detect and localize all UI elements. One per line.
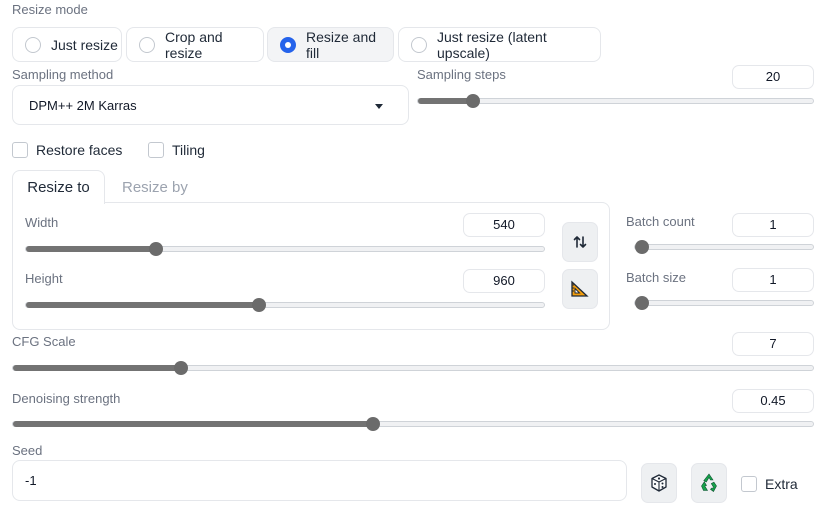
tiling-label: Tiling	[172, 142, 205, 158]
sampling-method-dropdown[interactable]: DPM++ 2M Karras	[12, 85, 409, 125]
denoising-strength-slider[interactable]	[12, 417, 814, 431]
slider-thumb[interactable]	[148, 242, 163, 256]
random-seed-button[interactable]	[641, 463, 677, 503]
swap-dimensions-icon	[573, 236, 587, 248]
radio-label: Resize and fill	[306, 28, 377, 61]
recycle-icon	[701, 473, 717, 492]
slider-thumb[interactable]	[635, 296, 649, 310]
height-label: Height	[25, 271, 63, 286]
cfg-scale-slider[interactable]	[12, 361, 814, 375]
tab-label: Resize by	[122, 178, 188, 196]
restore-faces-label: Restore faces	[36, 142, 123, 158]
radio-circle-icon	[25, 36, 41, 53]
radio-label: Crop and resize	[165, 28, 223, 61]
batch-size-slider[interactable]	[634, 296, 814, 310]
radio-circle-icon	[411, 36, 427, 53]
slider-fill	[26, 302, 260, 308]
cfg-scale-input[interactable]: 7	[732, 332, 814, 356]
extra-checkbox[interactable]	[741, 476, 757, 492]
slider-thumb[interactable]	[466, 94, 481, 108]
slider-thumb[interactable]	[252, 298, 267, 312]
swap-dimensions-button[interactable]	[562, 222, 598, 262]
slider-thumb[interactable]	[366, 417, 380, 431]
slider-thumb[interactable]	[174, 361, 188, 375]
slider-fill	[13, 421, 373, 427]
caret-down-icon	[375, 104, 383, 109]
radio-crop-and-resize[interactable]: Crop and resize	[126, 27, 264, 62]
sampling-steps-label: Sampling steps	[417, 67, 506, 82]
batch-count-label: Batch count	[626, 214, 695, 229]
dice-icon	[651, 474, 667, 492]
radio-selected-icon	[280, 36, 296, 53]
width-input[interactable]: 540	[463, 213, 545, 237]
sampling-method-value: DPM++ 2M Karras	[29, 97, 137, 113]
aspect-ratio-button[interactable]	[562, 269, 598, 309]
radio-resize-and-fill[interactable]: Resize and fill	[267, 27, 394, 62]
height-input[interactable]: 960	[463, 269, 545, 293]
tab-resize-by[interactable]: Resize by	[122, 170, 188, 204]
width-label: Width	[25, 215, 59, 230]
seed-value: -1	[25, 473, 37, 488]
seed-label: Seed	[12, 443, 43, 458]
slider-fill	[418, 98, 474, 104]
aspect-ratio-ruler-icon	[571, 280, 589, 297]
width-slider[interactable]	[25, 242, 545, 256]
radio-label: Just resize (latent upscale)	[437, 28, 547, 61]
seed-input[interactable]: -1	[12, 460, 627, 501]
denoising-strength-label: Denoising strength	[12, 391, 121, 406]
sampling-steps-input[interactable]: 20	[732, 65, 814, 89]
batch-count-input[interactable]: 1	[732, 213, 814, 237]
tab-resize-to[interactable]: Resize to	[12, 170, 105, 204]
radio-label: Just resize	[51, 36, 118, 53]
extra-label: Extra	[765, 476, 798, 492]
slider-fill	[13, 365, 181, 371]
resize-mode-label: Resize mode	[12, 2, 88, 17]
denoising-strength-input[interactable]: 0.45	[732, 389, 814, 413]
tiling-checkbox[interactable]	[148, 142, 164, 158]
restore-faces-checkbox[interactable]	[12, 142, 28, 158]
tab-label: Resize to	[27, 179, 90, 196]
sampling-steps-slider[interactable]	[417, 94, 814, 108]
cfg-scale-label: CFG Scale	[12, 334, 76, 349]
batch-count-slider[interactable]	[634, 240, 814, 254]
radio-just-resize-latent-upscale[interactable]: Just resize (latent upscale)	[398, 27, 601, 62]
radio-circle-icon	[139, 36, 155, 53]
reuse-seed-button[interactable]	[691, 463, 727, 503]
slider-fill	[26, 246, 156, 252]
sampling-method-label: Sampling method	[12, 67, 114, 82]
slider-thumb[interactable]	[635, 240, 649, 254]
radio-just-resize[interactable]: Just resize	[12, 27, 122, 62]
height-slider[interactable]	[25, 298, 545, 312]
batch-size-label: Batch size	[626, 270, 686, 285]
batch-size-input[interactable]: 1	[732, 268, 814, 292]
